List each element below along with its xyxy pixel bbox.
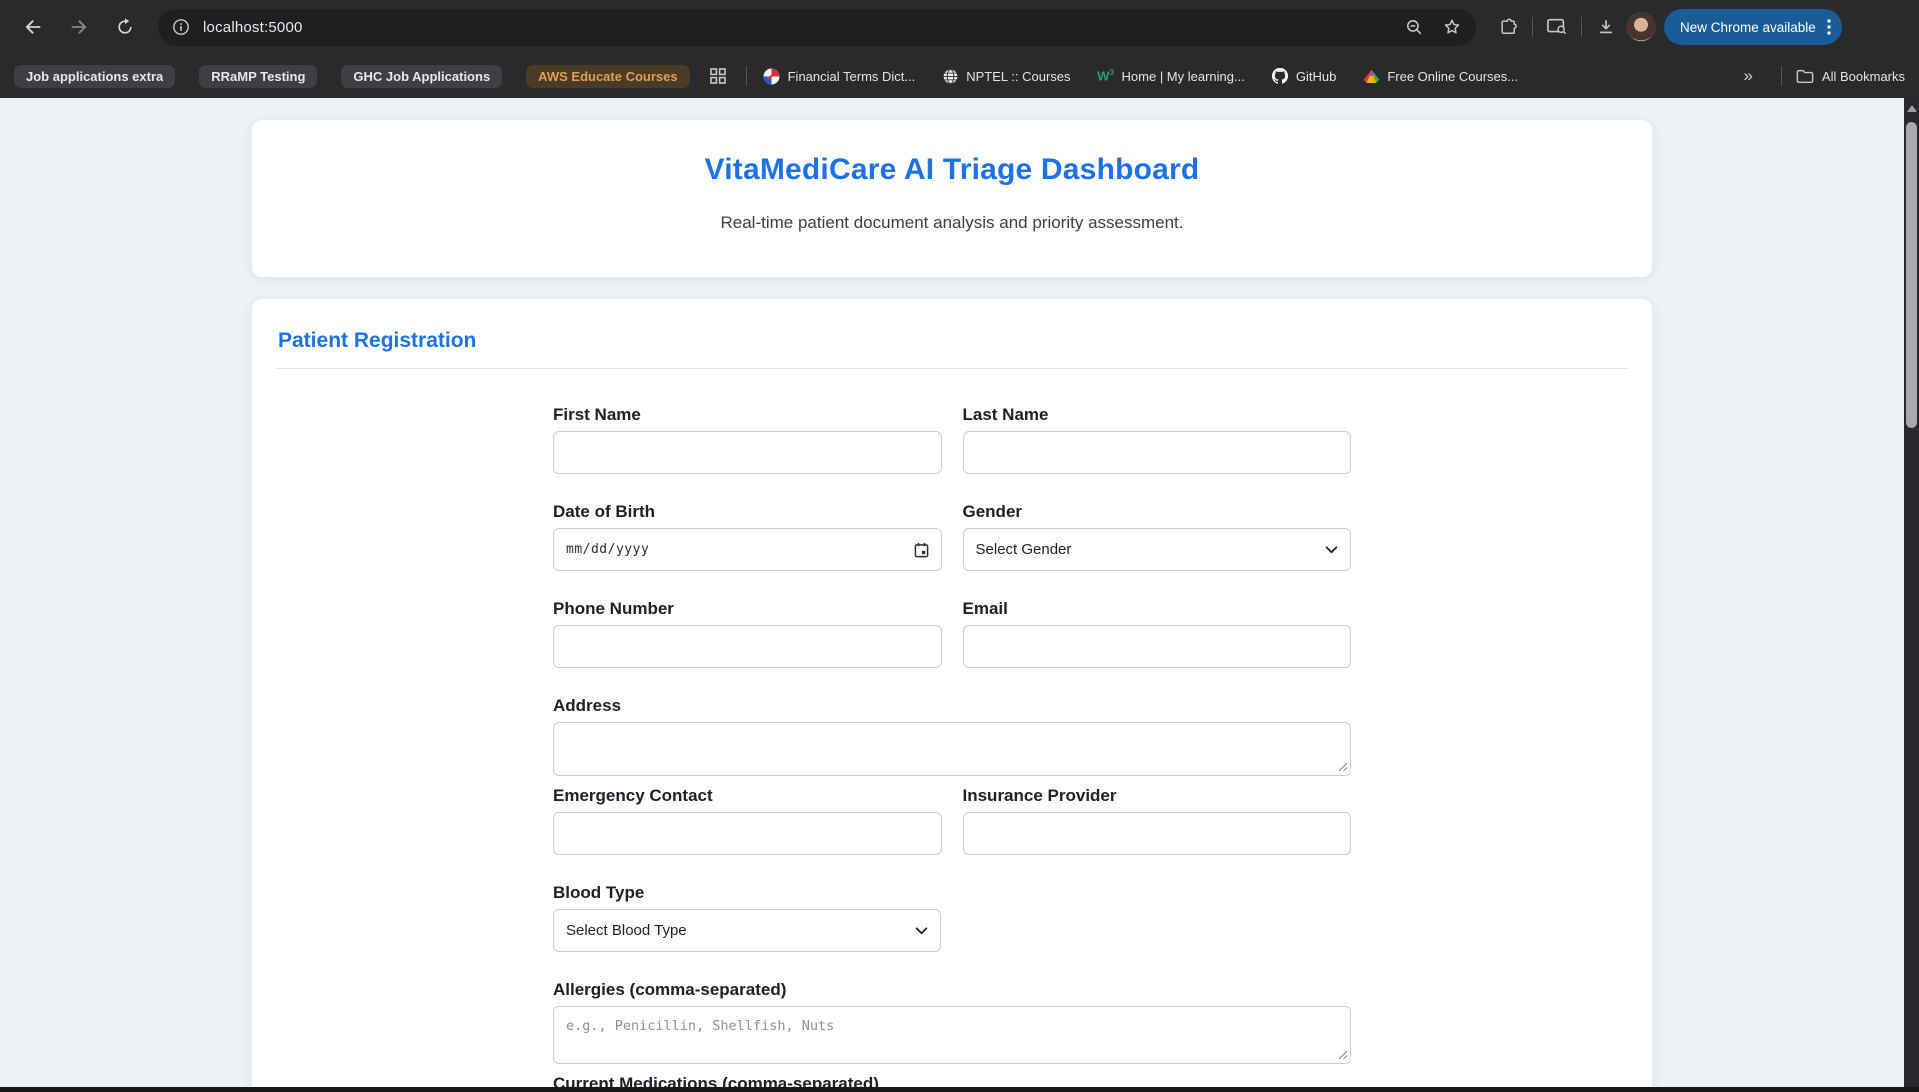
page-subtitle: Real-time patient document analysis and … xyxy=(720,213,1184,232)
window-bottom-edge xyxy=(0,1087,1919,1092)
bookmark-github[interactable]: GitHub xyxy=(1271,67,1336,85)
bookmark-label: Free Online Courses... xyxy=(1387,68,1519,84)
allergies-textarea[interactable] xyxy=(553,1006,1351,1064)
reload-icon xyxy=(118,18,132,34)
bookmarks-separator xyxy=(745,66,747,86)
tab-group-ghc-job-applications[interactable]: GHC Job Applications xyxy=(341,64,503,88)
browser-toolbar: localhost:5000 New Chrome available xyxy=(0,0,1919,54)
allergies-label: Allergies (comma-separated) xyxy=(553,980,787,999)
screen-search-icon xyxy=(1547,18,1567,35)
star-icon xyxy=(1444,19,1460,34)
gender-selected-value: Select Gender xyxy=(975,541,1072,558)
dashboard-header-card: VitaMediCare AI Triage Dashboard Real-ti… xyxy=(252,120,1652,277)
bookmark-label: NPTEL :: Courses xyxy=(966,68,1071,84)
last-name-label: Last Name xyxy=(962,405,1049,424)
bookmark-label: Home | My learning... xyxy=(1121,68,1245,84)
all-bookmarks-button[interactable]: All Bookmarks xyxy=(1796,68,1905,84)
pinwheel-icon xyxy=(763,67,781,85)
blood-type-select[interactable]: Select Blood Type xyxy=(553,909,941,952)
dob-input[interactable]: mm/dd/yyyy xyxy=(553,528,942,571)
chrome-update-label: New Chrome available xyxy=(1680,19,1816,35)
chevron-down-icon xyxy=(915,926,928,934)
scrollbar-thumb[interactable] xyxy=(1906,122,1917,428)
forward-arrow-icon xyxy=(71,20,87,34)
insurance-provider-label: Insurance Provider xyxy=(962,786,1117,805)
colorful-peak-icon xyxy=(1362,67,1380,85)
back-button[interactable] xyxy=(16,10,50,44)
reload-button[interactable] xyxy=(108,10,142,44)
back-arrow-icon xyxy=(25,20,41,34)
all-bookmarks-label: All Bookmarks xyxy=(1821,68,1905,84)
chrome-update-button[interactable]: New Chrome available xyxy=(1664,9,1842,45)
toolbar-right-cluster: New Chrome available xyxy=(1492,9,1842,45)
scrollbar-up-arrow[interactable] xyxy=(1906,105,1917,112)
bookmark-financial-terms[interactable]: Financial Terms Dict... xyxy=(763,67,916,85)
phone-label: Phone Number xyxy=(553,599,674,618)
email-label: Email xyxy=(962,599,1008,618)
forward-button[interactable] xyxy=(62,10,96,44)
apps-grid-icon xyxy=(709,68,726,84)
apps-grid-button[interactable] xyxy=(706,64,730,88)
download-icon xyxy=(1600,20,1612,34)
registration-form: First Name Last Name Date of Birth mm/dd… xyxy=(553,405,1351,1087)
address-textarea[interactable] xyxy=(553,722,1351,776)
first-name-label: First Name xyxy=(553,405,641,424)
downloads-button[interactable] xyxy=(1590,11,1622,43)
bookmark-nptel-courses[interactable]: NPTEL :: Courses xyxy=(941,67,1071,85)
resize-handle-icon[interactable] xyxy=(1338,1050,1348,1060)
bookmark-star-button[interactable] xyxy=(1442,17,1462,37)
tab-group-rramp-testing[interactable]: RRaMP Testing xyxy=(199,64,318,88)
globe-icon xyxy=(941,67,959,85)
site-info-icon[interactable] xyxy=(172,18,190,36)
tab-group-job-applications-extra[interactable]: Job applications extra xyxy=(14,64,176,88)
bookmark-home-my-learning[interactable]: W3 Home | My learning... xyxy=(1097,67,1245,85)
last-name-input[interactable] xyxy=(962,431,1351,474)
zoom-out-icon xyxy=(1406,19,1422,34)
folder-icon xyxy=(1796,69,1814,84)
toolbar-separator xyxy=(1581,17,1582,37)
emergency-contact-input[interactable] xyxy=(553,812,942,855)
first-name-input[interactable] xyxy=(553,431,942,474)
url-text[interactable]: localhost:5000 xyxy=(203,19,1387,36)
vertical-scrollbar[interactable] xyxy=(1904,98,1919,1092)
bookmarks-bar: Job applications extra RRaMP Testing GHC… xyxy=(0,54,1919,98)
toolbar-separator xyxy=(1532,17,1533,37)
chevron-down-icon xyxy=(1325,545,1338,553)
browser-menu-button[interactable] xyxy=(1826,17,1832,37)
extensions-button[interactable] xyxy=(1492,11,1524,43)
web-page-content: VitaMediCare AI Triage Dashboard Real-ti… xyxy=(0,98,1904,1087)
email-input[interactable] xyxy=(962,625,1351,668)
bookmark-label: GitHub xyxy=(1295,68,1337,84)
screen-search-button[interactable] xyxy=(1541,11,1573,43)
tab-group-aws-educate-courses[interactable]: AWS Educate Courses xyxy=(526,64,690,88)
blood-type-label: Blood Type xyxy=(553,883,645,902)
bookmarks-overflow-button[interactable]: » xyxy=(1743,66,1752,86)
gender-label: Gender xyxy=(962,502,1023,521)
kebab-menu-icon xyxy=(1827,19,1831,35)
zoom-button[interactable] xyxy=(1405,18,1424,37)
bookmark-free-online-courses[interactable]: Free Online Courses... xyxy=(1362,67,1518,85)
phone-input[interactable] xyxy=(553,625,942,668)
page-title: VitaMediCare AI Triage Dashboard xyxy=(704,153,1200,186)
emergency-contact-label: Emergency Contact xyxy=(553,786,713,805)
github-icon xyxy=(1271,67,1289,85)
patient-registration-card: Patient Registration First Name Last Nam… xyxy=(252,299,1652,1087)
blood-type-selected-value: Select Blood Type xyxy=(566,922,687,939)
w3schools-icon: W3 xyxy=(1097,68,1114,84)
registration-heading: Patient Registration xyxy=(278,329,477,352)
address-label: Address xyxy=(553,696,622,715)
extensions-puzzle-icon xyxy=(1501,18,1517,34)
dob-label: Date of Birth xyxy=(553,502,655,521)
bookmark-label: Financial Terms Dict... xyxy=(787,68,916,84)
insurance-provider-input[interactable] xyxy=(962,812,1351,855)
calendar-icon[interactable] xyxy=(914,542,929,558)
profile-avatar[interactable] xyxy=(1626,12,1656,42)
current-medications-label: Current Medications (comma-separated) xyxy=(553,1074,879,1087)
address-bar[interactable]: localhost:5000 xyxy=(158,8,1476,46)
resize-handle-icon[interactable] xyxy=(1338,762,1348,772)
dob-placeholder-value: mm/dd/yyyy xyxy=(566,542,650,557)
bookmarks-separator xyxy=(1780,66,1782,86)
gender-select[interactable]: Select Gender xyxy=(962,528,1351,571)
heading-divider xyxy=(276,368,1628,369)
